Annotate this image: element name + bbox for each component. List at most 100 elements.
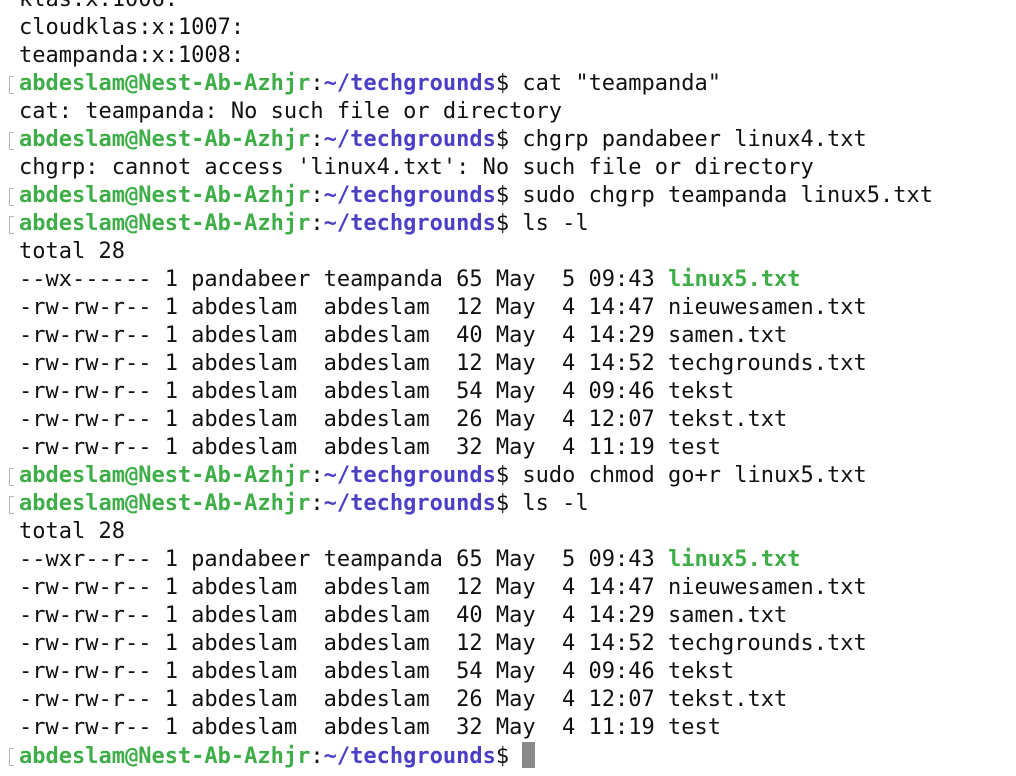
ls-entry-meta: -rw-rw-r-- 1 abdeslam abdeslam 12 May 4 … (19, 295, 669, 320)
prompt-dollar: $ (495, 183, 510, 208)
output-line: teampanda:x:1008: (19, 42, 933, 70)
output-text: total 28 (19, 239, 125, 264)
ls-entry-meta: -rw-rw-r-- 1 abdeslam abdeslam 54 May 4 … (19, 379, 669, 404)
output-line: total 28 (19, 518, 933, 546)
prompt-colon: : (310, 183, 324, 208)
prompt-mark (9, 216, 14, 234)
prompt-colon: : (310, 211, 324, 236)
ls-entry-row: -rw-rw-r-- 1 abdeslam abdeslam 32 May 4 … (19, 434, 933, 462)
prompt-user-host: abdeslam@Nest-Ab-Azhjr (19, 71, 311, 96)
prompt-path: ~/techgrounds (323, 183, 496, 208)
command-text: sudo chmod go+r linux5.txt (509, 463, 867, 488)
prompt-mark (9, 188, 14, 206)
prompt-dollar: $ (495, 71, 510, 96)
input-text[interactable] (509, 744, 522, 769)
prompt-path: ~/techgrounds (323, 71, 496, 96)
command-text: cat "teampanda" (509, 71, 722, 96)
output-line: cat: teampanda: No such file or director… (19, 98, 933, 126)
prompt-dollar: $ (495, 744, 510, 769)
filename: nieuwesamen.txt (668, 575, 867, 600)
ls-entry-meta: -rw-rw-r-- 1 abdeslam abdeslam 26 May 4 … (19, 407, 669, 432)
command-text: ls -l (509, 491, 589, 516)
filename: samen.txt (668, 323, 788, 348)
ls-entry-row: -rw-rw-r-- 1 abdeslam abdeslam 12 May 4 … (19, 630, 933, 658)
prompt-user-host: abdeslam@Nest-Ab-Azhjr (19, 183, 311, 208)
output-line: cloudklas:x:1007: (19, 14, 933, 42)
prompt-user-host: abdeslam@Nest-Ab-Azhjr (19, 211, 311, 236)
filename: nieuwesamen.txt (668, 295, 867, 320)
output-line: chgrp: cannot access 'linux4.txt': No su… (19, 154, 933, 182)
filename: test (668, 435, 721, 460)
ls-entry-row: -rw-rw-r-- 1 abdeslam abdeslam 54 May 4 … (19, 378, 933, 406)
output-text: cloudklas:x:1007: (19, 15, 245, 40)
ls-entry-meta: -rw-rw-r-- 1 abdeslam abdeslam 32 May 4 … (19, 715, 669, 740)
filename: samen.txt (668, 603, 788, 628)
prompt-colon: : (310, 71, 324, 96)
prompt-mark (9, 748, 14, 766)
filename: test (668, 715, 721, 740)
filename: tekst.txt (668, 407, 788, 432)
command-line: abdeslam@Nest-Ab-Azhjr:~/techgrounds$ ca… (9, 70, 933, 98)
ls-entry-row: --wx------ 1 pandabeer teampanda 65 May … (19, 266, 933, 294)
prompt-dollar: $ (495, 463, 510, 488)
command-text: sudo chgrp teampanda linux5.txt (509, 183, 933, 208)
executable-filename: linux5.txt (668, 267, 801, 292)
ls-entry-row: -rw-rw-r-- 1 abdeslam abdeslam 26 May 4 … (19, 686, 933, 714)
prompt-path: ~/techgrounds (323, 491, 496, 516)
prompt-mark (9, 496, 14, 514)
ls-entry-row: -rw-rw-r-- 1 abdeslam abdeslam 40 May 4 … (19, 602, 933, 630)
ls-entry-row: -rw-rw-r-- 1 abdeslam abdeslam 32 May 4 … (19, 714, 933, 742)
filename: tekst.txt (668, 687, 788, 712)
ls-entry-meta: -rw-rw-r-- 1 abdeslam abdeslam 26 May 4 … (19, 687, 669, 712)
text-cursor (522, 742, 536, 768)
output-text: klas:x:1006: (19, 0, 178, 12)
executable-filename: linux5.txt (668, 547, 801, 572)
output-text: teampanda:x:1008: (19, 43, 245, 68)
ls-entry-meta: -rw-rw-r-- 1 abdeslam abdeslam 40 May 4 … (19, 603, 669, 628)
ls-entry-row: --wxr--r-- 1 pandabeer teampanda 65 May … (19, 546, 933, 574)
prompt-colon: : (310, 744, 324, 769)
ls-entry-meta: --wx------ 1 pandabeer teampanda 65 May … (19, 267, 669, 292)
ls-entry-meta: -rw-rw-r-- 1 abdeslam abdeslam 12 May 4 … (19, 575, 669, 600)
ls-entry-meta: -rw-rw-r-- 1 abdeslam abdeslam 12 May 4 … (19, 631, 669, 656)
filename: techgrounds.txt (668, 631, 867, 656)
prompt-colon: : (310, 463, 324, 488)
prompt-mark (9, 132, 14, 150)
prompt-mark (9, 468, 14, 486)
prompt-colon: : (310, 127, 324, 152)
ls-entry-meta: -rw-rw-r-- 1 abdeslam abdeslam 32 May 4 … (19, 435, 669, 460)
prompt-dollar: $ (495, 491, 510, 516)
prompt-mark (9, 76, 14, 94)
ls-entry-meta: -rw-rw-r-- 1 abdeslam abdeslam 12 May 4 … (19, 351, 669, 376)
output-text: cat: teampanda: No such file or director… (19, 99, 563, 124)
ls-entry-row: -rw-rw-r-- 1 abdeslam abdeslam 26 May 4 … (19, 406, 933, 434)
command-line: abdeslam@Nest-Ab-Azhjr:~/techgrounds$ ls… (9, 210, 933, 238)
prompt-dollar: $ (495, 211, 510, 236)
ls-entry-meta: -rw-rw-r-- 1 abdeslam abdeslam 40 May 4 … (19, 323, 669, 348)
prompt-user-host: abdeslam@Nest-Ab-Azhjr (19, 491, 311, 516)
ls-entry-row: -rw-rw-r-- 1 abdeslam abdeslam 40 May 4 … (19, 322, 933, 350)
command-text: ls -l (509, 211, 589, 236)
output-text: total 28 (19, 519, 125, 544)
ls-entry-row: -rw-rw-r-- 1 abdeslam abdeslam 12 May 4 … (19, 350, 933, 378)
terminal-window[interactable]: klas:x:1006: cloudklas:x:1007: teampanda:x… (0, 0, 1016, 776)
output-text: chgrp: cannot access 'linux4.txt': No su… (19, 155, 814, 180)
input-prompt-line: abdeslam@Nest-Ab-Azhjr:~/techgrounds$ (9, 742, 933, 770)
ls-entry-row: -rw-rw-r-- 1 abdeslam abdeslam 54 May 4 … (19, 658, 933, 686)
ls-entry-meta: -rw-rw-r-- 1 abdeslam abdeslam 54 May 4 … (19, 659, 669, 684)
command-line: abdeslam@Nest-Ab-Azhjr:~/techgrounds$ su… (9, 462, 933, 490)
ls-entry-meta: --wxr--r-- 1 pandabeer teampanda 65 May … (19, 547, 669, 572)
command-line: abdeslam@Nest-Ab-Azhjr:~/techgrounds$ su… (9, 182, 933, 210)
command-line: abdeslam@Nest-Ab-Azhjr:~/techgrounds$ ch… (9, 126, 933, 154)
output-line: klas:x:1006: (19, 0, 933, 14)
ls-entry-row: -rw-rw-r-- 1 abdeslam abdeslam 12 May 4 … (19, 294, 933, 322)
prompt-colon: : (310, 491, 324, 516)
prompt-user-host: abdeslam@Nest-Ab-Azhjr (19, 744, 311, 769)
prompt-path: ~/techgrounds (323, 744, 496, 769)
prompt-user-host: abdeslam@Nest-Ab-Azhjr (19, 127, 311, 152)
command-line: abdeslam@Nest-Ab-Azhjr:~/techgrounds$ ls… (9, 490, 933, 518)
filename: tekst (668, 379, 735, 404)
command-text: chgrp pandabeer linux4.txt (509, 127, 867, 152)
terminal-output: klas:x:1006: cloudklas:x:1007: teampanda:x… (9, 0, 933, 770)
filename: tekst (668, 659, 735, 684)
